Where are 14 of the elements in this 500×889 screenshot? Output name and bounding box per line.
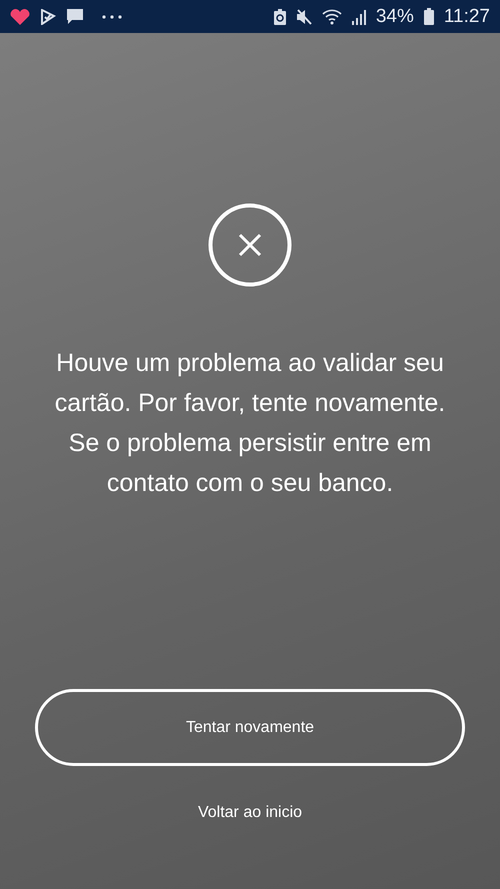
mute-icon — [296, 8, 312, 24]
clock: 11:27 — [444, 6, 490, 28]
chat-icon — [66, 8, 84, 26]
battery-percentage: 34% — [376, 6, 414, 28]
heart-icon — [10, 8, 30, 24]
retry-button[interactable]: Tentar novamente — [35, 689, 465, 766]
close-icon — [208, 203, 292, 287]
more-icon — [102, 14, 122, 18]
error-message: Houve um problema ao validar seu cartão. Por favor, tente novamente. Se o problema persistir entre em contato com o seu banco. — [54, 348, 446, 499]
battery-icon — [424, 8, 434, 25]
back-link[interactable]: Voltar ao inicio — [198, 804, 302, 822]
battery-saver-icon — [274, 8, 286, 24]
signal-icon — [352, 8, 366, 24]
wifi-icon — [322, 8, 342, 24]
